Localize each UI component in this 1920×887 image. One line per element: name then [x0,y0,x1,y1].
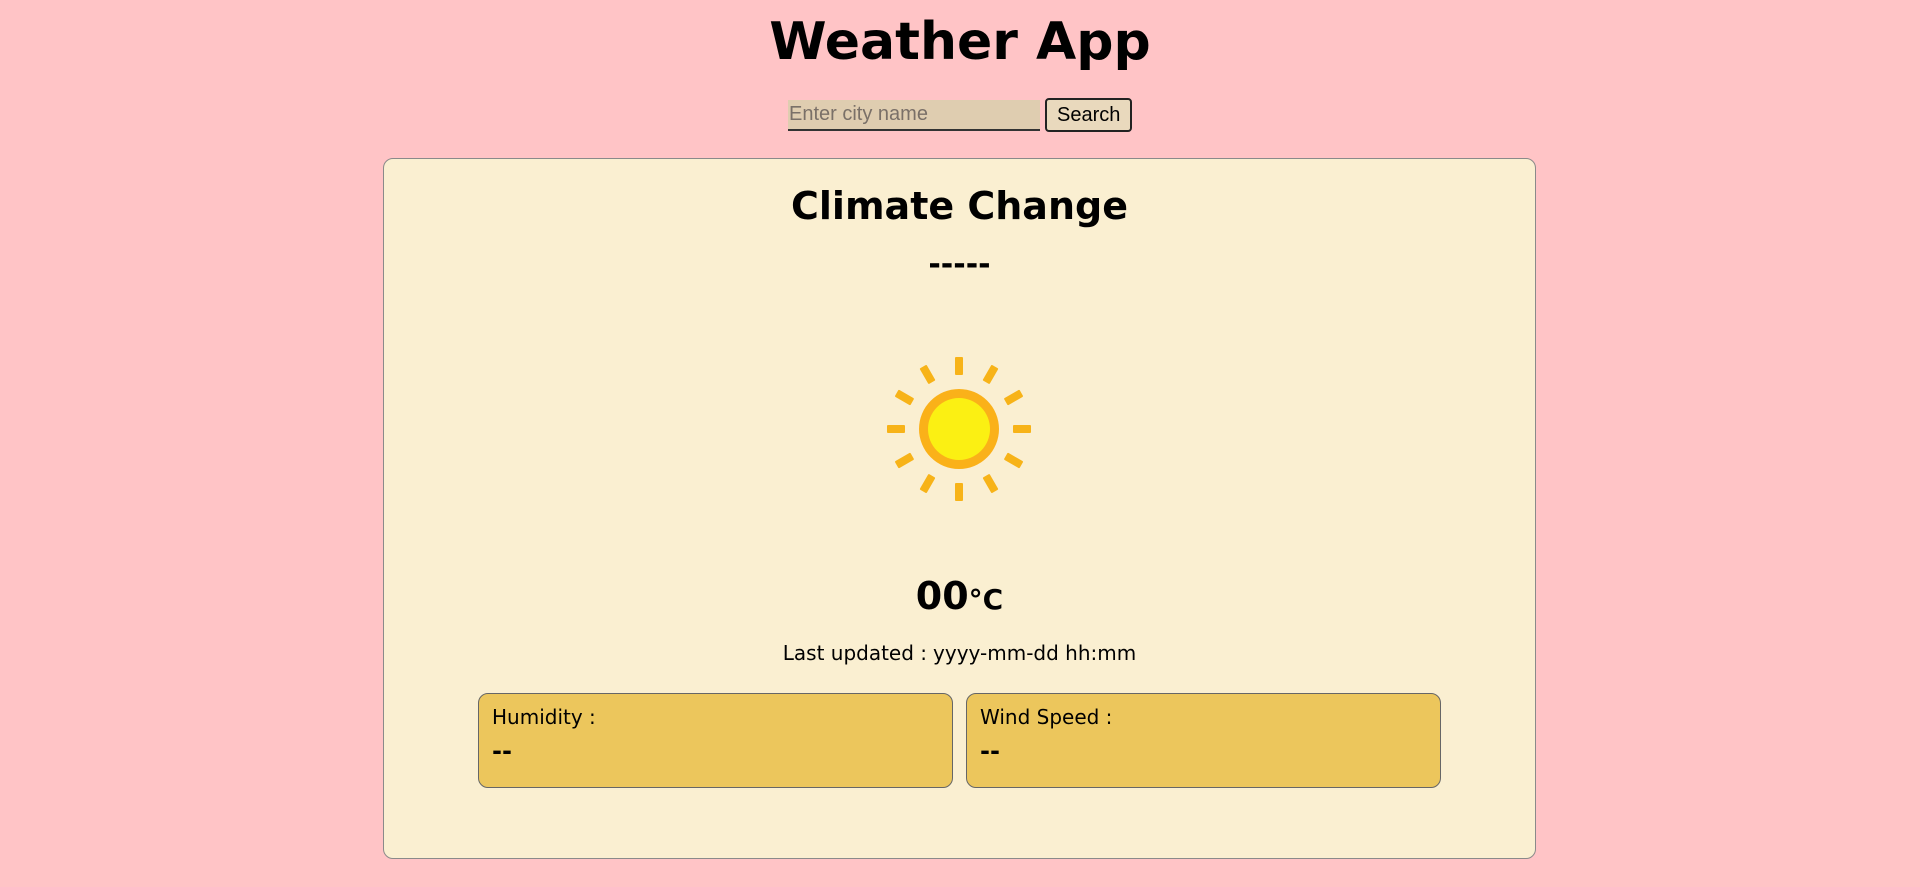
last-updated-label: Last updated : [782,641,928,665]
last-updated-value: yyyy-mm-dd hh:mm [933,641,1137,665]
humidity-box: Humidity : -- [478,693,953,788]
search-bar: Search [788,98,1133,132]
temperature-display: 00°C [384,571,1535,629]
card-title: Climate Change [791,184,1128,228]
sun-icon [887,357,1031,501]
temperature-unit: °C [968,583,1004,616]
app-title: Weather App [769,12,1151,72]
search-button[interactable]: Search [1045,98,1133,132]
weather-card: Climate Change ----- 00°C Last updated:… [383,158,1536,859]
last-updated: Last updated : yyyy-mm-dd hh:mm [384,639,1535,667]
city-search-input[interactable] [788,99,1040,131]
city-name: ----- [928,247,991,282]
humidity-value: -- [492,737,512,765]
temperature-value: 00 [915,574,969,618]
humidity-label: Humidity : [492,705,596,729]
wind-speed-value: -- [980,737,1000,765]
wind-speed-box: Wind Speed : -- [966,693,1441,788]
wind-speed-label: Wind Speed : [980,705,1113,729]
weather-app-page: Weather App Search Climate Change ----- [0,0,1920,887]
